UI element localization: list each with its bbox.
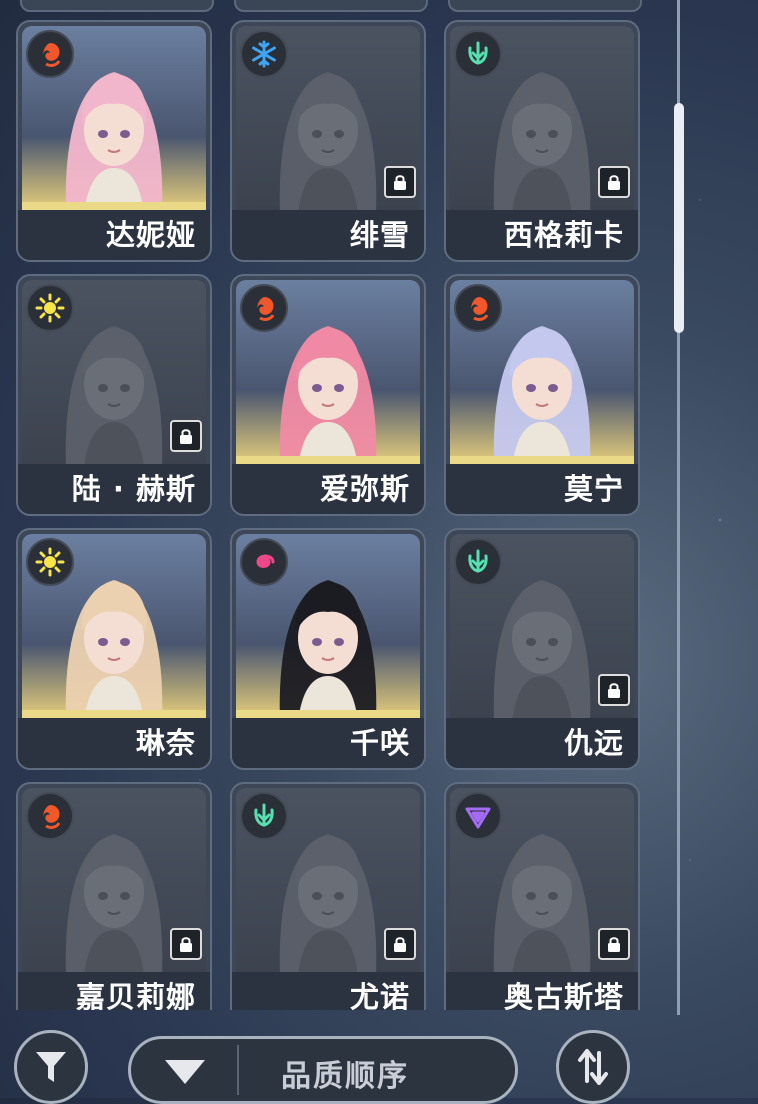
name-bar: 陆 · 赫斯 (18, 464, 210, 514)
fire-icon (26, 30, 74, 78)
previous-row-card (20, 0, 214, 12)
character-card[interactable]: 琳奈 (16, 528, 212, 770)
spiral-icon (240, 538, 288, 586)
character-card[interactable]: 爱弥斯 (230, 274, 426, 516)
name-bar: 琳奈 (18, 718, 210, 768)
sort-order-button[interactable] (556, 1030, 630, 1104)
character-name: 奥古斯塔 (503, 980, 624, 1010)
character-name: 莫宁 (563, 472, 624, 506)
lock-icon (598, 166, 630, 198)
fire-icon (26, 792, 74, 840)
character-card[interactable]: 嘉贝莉娜 (16, 782, 212, 1010)
name-bar: 达妮娅 (18, 210, 210, 260)
rarity-glow (22, 202, 206, 210)
character-name: 嘉贝莉娜 (75, 980, 196, 1010)
character-card[interactable]: 奥古斯塔 (444, 782, 640, 1010)
name-bar: 仇远 (446, 718, 638, 768)
character-card[interactable]: 千咲 (230, 528, 426, 770)
name-bar: 尤诺 (232, 972, 424, 1010)
character-name: 达妮娅 (105, 218, 196, 252)
sort-label: 品质顺序 (281, 1059, 409, 1094)
name-bar: 嘉贝莉娜 (18, 972, 210, 1010)
fire-icon (240, 284, 288, 332)
name-bar: 莫宁 (446, 464, 638, 514)
character-name: 绯雪 (349, 218, 410, 252)
lock-icon (384, 166, 416, 198)
name-bar: 西格莉卡 (446, 210, 638, 260)
character-name: 尤诺 (349, 980, 410, 1010)
character-card[interactable]: 仇远 (444, 528, 640, 770)
character-card[interactable]: 西格莉卡 (444, 20, 640, 262)
character-name: 爱弥斯 (319, 472, 410, 506)
havoc-icon (454, 792, 502, 840)
previous-row-card (448, 0, 642, 12)
lock-icon (170, 420, 202, 452)
sort-dropdown[interactable]: 品质顺序 (128, 1036, 518, 1104)
character-card[interactable]: 尤诺 (230, 782, 426, 1010)
lock-icon (384, 928, 416, 960)
character-card[interactable]: 陆 · 赫斯 (16, 274, 212, 516)
filter-icon (36, 1052, 66, 1082)
rarity-glow (236, 456, 420, 464)
wind-icon (454, 538, 502, 586)
wind-icon (454, 30, 502, 78)
character-name: 千咲 (349, 726, 410, 760)
sort-menu-icon (155, 1053, 215, 1089)
fire-icon (454, 284, 502, 332)
character-name: 琳奈 (135, 726, 196, 760)
lock-icon (598, 674, 630, 706)
wind-icon (240, 792, 288, 840)
name-bar: 爱弥斯 (232, 464, 424, 514)
character-card[interactable]: 绯雪 (230, 20, 426, 262)
lock-icon (170, 928, 202, 960)
character-name: 西格莉卡 (503, 218, 624, 252)
rarity-glow (22, 710, 206, 718)
light-icon (26, 538, 74, 586)
name-bar: 千咲 (232, 718, 424, 768)
name-bar: 奥古斯塔 (446, 972, 638, 1010)
ice-icon (240, 30, 288, 78)
previous-row-card (234, 0, 428, 12)
lock-icon (598, 928, 630, 960)
rarity-glow (450, 456, 634, 464)
character-grid[interactable]: 达妮娅 绯雪 西格莉卡 陆 · 赫斯 爱弥斯 莫宁 琳奈 千咲 仇远 嘉贝莉娜 … (0, 0, 680, 1010)
character-name: 仇远 (563, 726, 624, 760)
character-card[interactable]: 达妮娅 (16, 20, 212, 262)
character-card[interactable]: 莫宁 (444, 274, 640, 516)
rarity-glow (236, 710, 420, 718)
light-icon (26, 284, 74, 332)
sort-order-icon (578, 1049, 608, 1085)
character-name: 陆 · 赫斯 (71, 472, 196, 506)
filter-button[interactable] (14, 1030, 88, 1104)
name-bar: 绯雪 (232, 210, 424, 260)
sort-divider (237, 1045, 239, 1095)
scrollbar-thumb[interactable] (674, 103, 684, 333)
